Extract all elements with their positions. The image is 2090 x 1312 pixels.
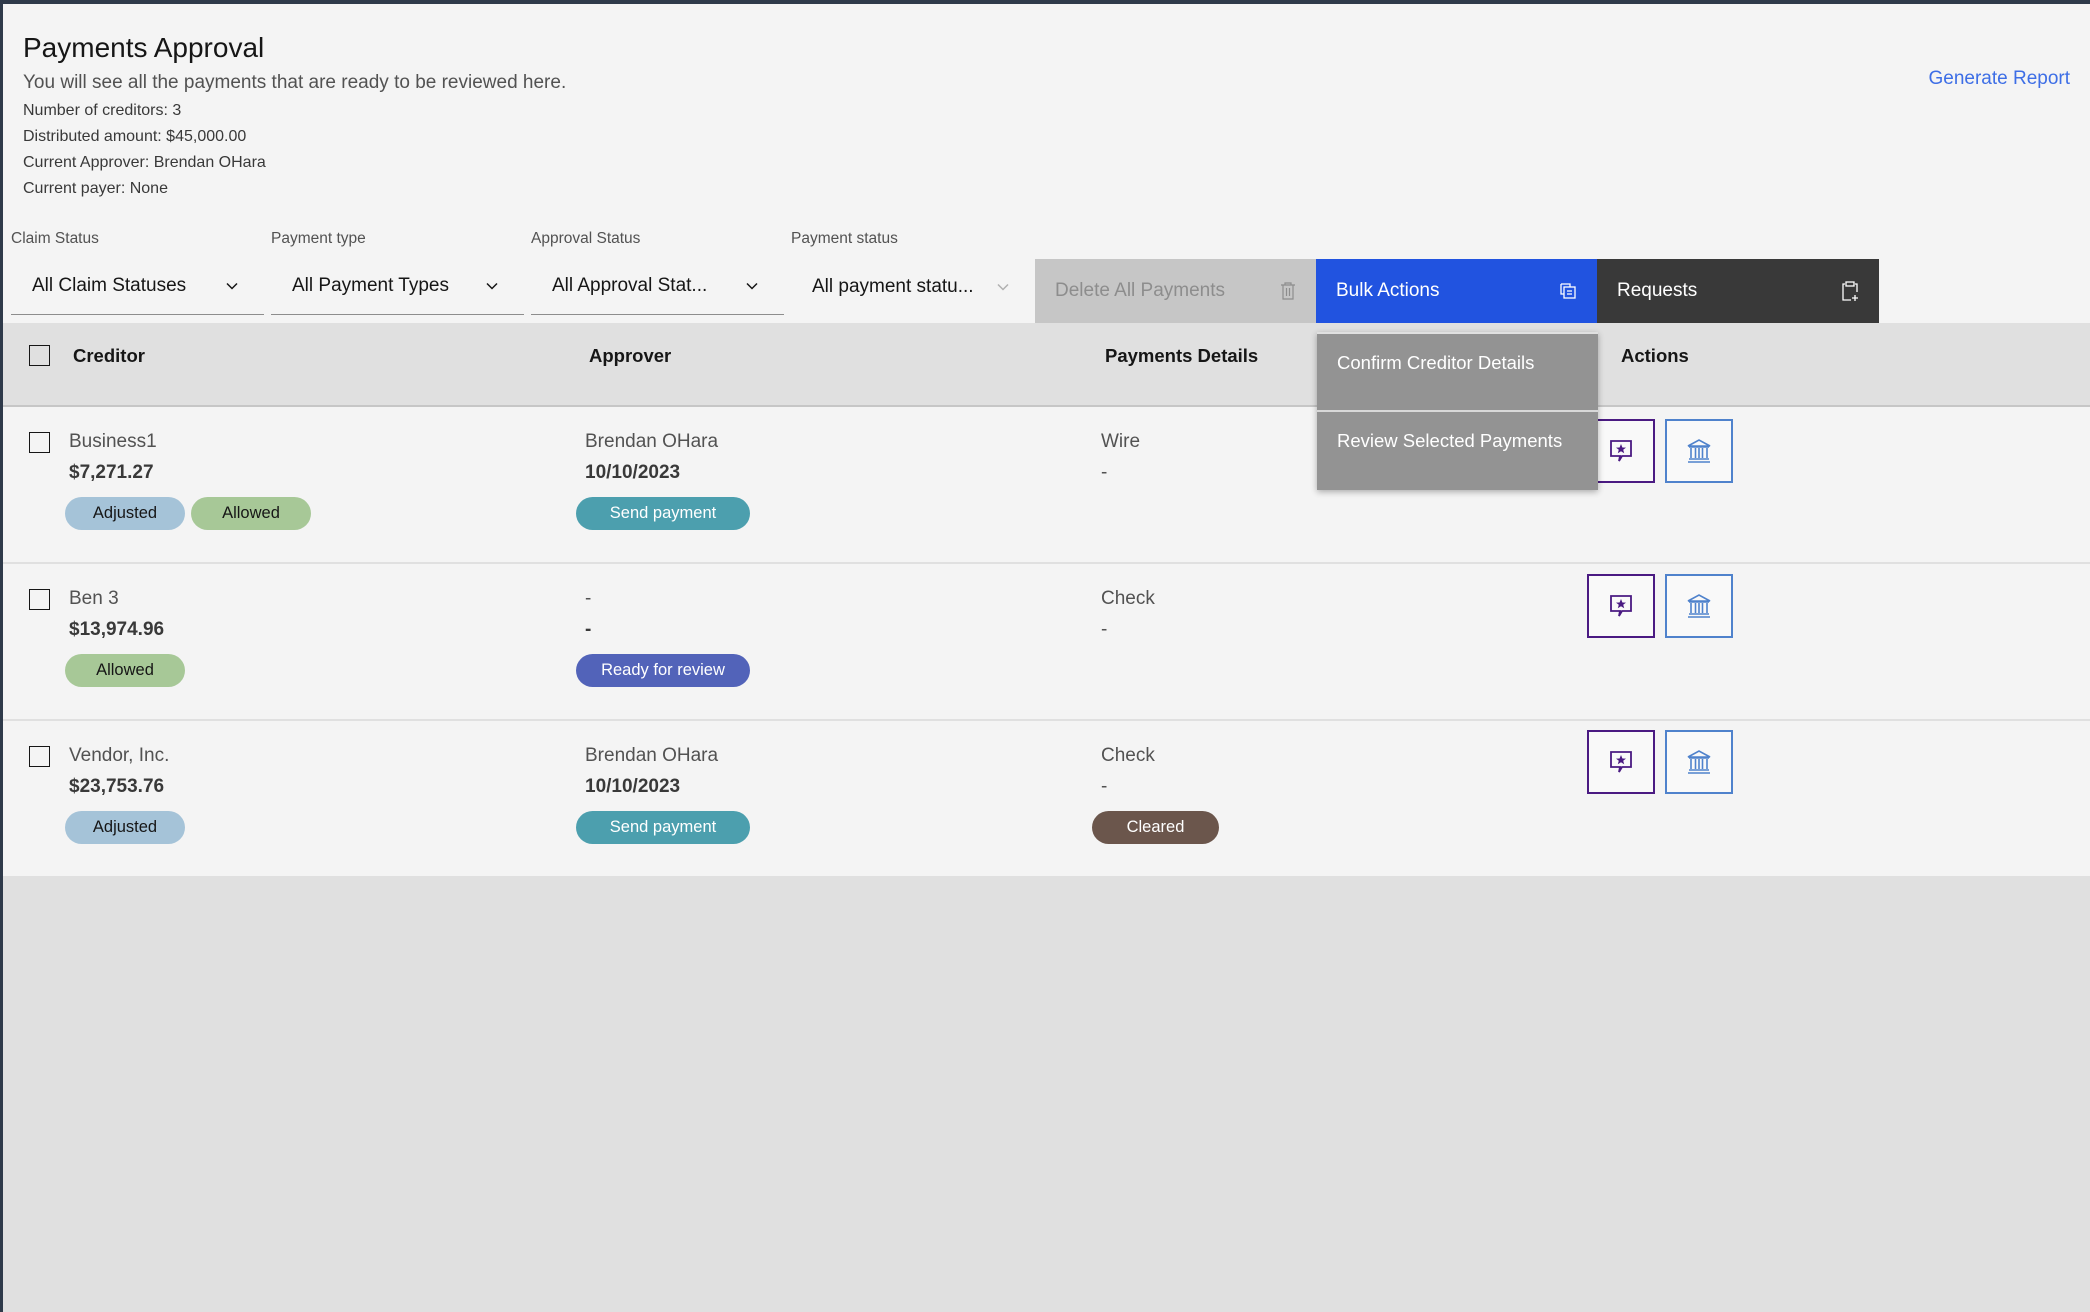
bank-details-button[interactable] [1665,730,1733,794]
chat-star-icon [1610,751,1632,773]
row-checkbox[interactable] [29,589,50,610]
delete-all-payments-label: Delete All Payments [1055,280,1226,301]
page-title: Payments Approval [23,32,265,63]
approval-status-select[interactable]: All Approval Stat... [531,258,784,315]
creditor-count: Number of creditors: 3 [23,102,182,119]
claim-status-filter: Claim Status All Claim Statuses [11,230,264,315]
bulk-actions-label: Bulk Actions [1336,280,1440,301]
approver-date: - [585,619,592,640]
creditor-name: Ben 3 [69,588,119,609]
payment-type-filter: Payment type All Payment Types [271,230,524,315]
payment-status-value: All payment statu... [812,275,974,297]
table-row: Vendor, Inc. $23,753.76 Adjusted Brendan… [3,721,2090,878]
distributed-amount: Distributed amount: $45,000.00 [23,128,247,145]
approver-name: - [585,588,592,609]
payment-detail: - [1101,619,1108,640]
payment-method: Wire [1101,431,1141,452]
chevron-down-icon [486,282,498,290]
bank-icon [1687,594,1711,618]
payment-status-tag: Cleared [1092,811,1219,844]
review-comment-button[interactable] [1587,574,1655,638]
generate-report-link[interactable]: Generate Report [1928,68,2070,90]
claim-tag-allowed: Allowed [191,497,311,530]
approver-date: 10/10/2023 [585,776,681,797]
delete-all-payments-button[interactable]: Delete All Payments [1035,259,1316,323]
claim-status-label: Claim Status [11,230,99,247]
claim-status-value: All Claim Statuses [32,275,187,296]
approval-status-filter: Approval Status All Approval Stat... [531,230,784,315]
menu-item-review-selected-payments[interactable]: Review Selected Payments [1317,412,1598,490]
menu-item-confirm-creditor-details[interactable]: Confirm Creditor Details [1317,334,1598,412]
clipboard-add-icon [1842,281,1858,301]
bulk-actions-menu: Confirm Creditor Details Review Selected… [1317,332,1598,490]
payment-type-label: Payment type [271,230,366,247]
approver-name: Brendan OHara [585,745,719,766]
chat-star-icon [1610,440,1632,462]
copy-file-icon [1560,283,1576,299]
current-payer: Current payer: None [23,180,168,197]
creditor-amount: $23,753.76 [69,776,165,797]
review-comment-button[interactable] [1587,730,1655,794]
row-checkbox[interactable] [29,746,50,767]
bank-details-button[interactable] [1665,419,1733,483]
creditor-name: Vendor, Inc. [69,745,170,766]
payment-status-label: Payment status [791,230,898,247]
payment-status-filter: Payment status All payment statu... [791,230,1035,315]
row-checkbox[interactable] [29,432,50,453]
table-row: Business1 $7,271.27 Adjusted Allowed Bre… [3,407,2090,564]
creditor-amount: $13,974.96 [69,619,165,640]
payment-method: Check [1101,588,1155,609]
chevron-down-icon [997,283,1009,291]
approver-date: 10/10/2023 [585,462,681,483]
approval-status-tag: Send payment [576,497,750,530]
approval-status-value: All Approval Stat... [552,275,708,296]
creditor-amount: $7,271.27 [69,462,154,483]
payment-type-select[interactable]: All Payment Types [271,258,524,315]
column-header-approver: Approver [589,345,672,366]
claim-tag-adjusted: Adjusted [65,811,185,844]
requests-label: Requests [1617,280,1698,301]
approval-status-label: Approval Status [531,230,641,247]
page-subtitle: You will see all the payments that are r… [23,72,567,93]
creditor-name: Business1 [69,431,157,452]
payment-status-select[interactable]: All payment statu... [791,258,1035,315]
bank-icon [1687,439,1711,463]
payment-type-value: All Payment Types [292,275,450,296]
bank-details-button[interactable] [1665,574,1733,638]
claim-status-select[interactable]: All Claim Statuses [11,258,264,315]
current-approver: Current Approver: Brendan OHara [23,154,266,171]
approver-name: Brendan OHara [585,431,719,452]
bank-icon [1687,750,1711,774]
column-header-actions: Actions [1621,345,1689,366]
requests-button[interactable]: Requests [1597,259,1879,323]
bulk-actions-button[interactable]: Bulk Actions [1316,259,1597,323]
chevron-down-icon [746,282,758,290]
table-header: Creditor Approver Payments Details Actio… [3,323,2090,407]
payment-detail: - [1101,462,1108,483]
table-row: Ben 3 $13,974.96 Allowed - - Ready for r… [3,564,2090,721]
select-all-checkbox[interactable] [29,345,50,366]
payment-method: Check [1101,745,1155,766]
payment-detail: - [1101,776,1108,797]
trash-icon [1281,282,1295,300]
column-header-creditor: Creditor [73,345,145,366]
claim-tag-adjusted: Adjusted [65,497,185,530]
approval-status-tag: Ready for review [576,654,750,687]
chevron-down-icon [226,282,238,290]
chat-star-icon [1610,595,1632,617]
approval-status-tag: Send payment [576,811,750,844]
column-header-payments-details: Payments Details [1105,345,1259,366]
claim-tag-allowed: Allowed [65,654,185,687]
